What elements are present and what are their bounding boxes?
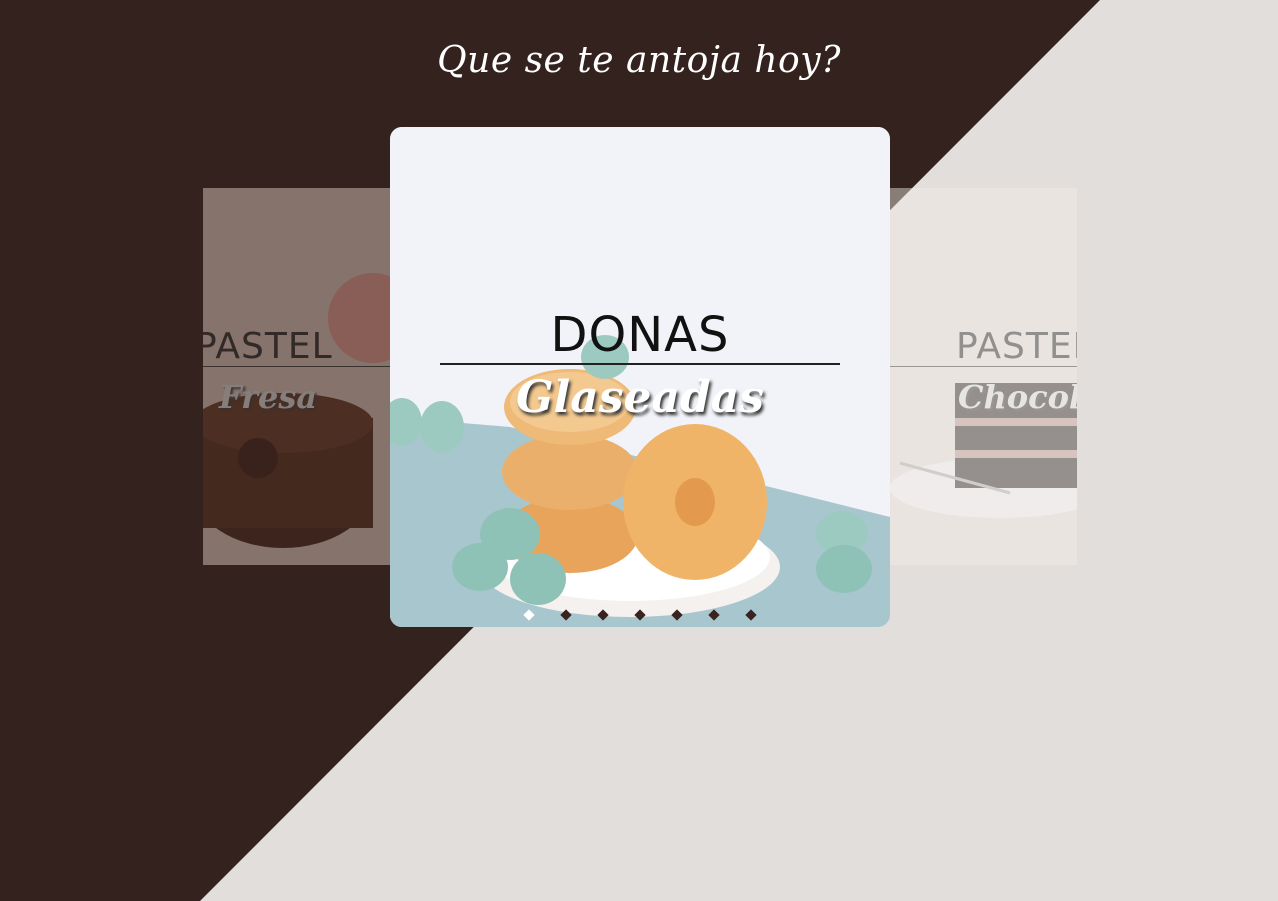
card-title: PASTEL — [203, 326, 333, 367]
card-title: PASTEL — [956, 326, 1077, 367]
pagination-dot[interactable] — [560, 609, 572, 621]
pagination-dot[interactable] — [671, 609, 683, 621]
card-subtitle: Chocolate — [958, 378, 1077, 416]
card-subtitle: Glaseadas — [515, 372, 765, 423]
pagination-dot[interactable] — [708, 609, 720, 621]
carousel-card-left[interactable]: PASTEL Fresa — [203, 188, 390, 565]
card-title: DONAS — [550, 307, 730, 363]
page-heading: Que se te antoja hoy? — [437, 40, 841, 81]
carousel-card-right[interactable]: PASTEL Chocolate — [890, 188, 1077, 565]
card-subtitle: Fresa — [219, 378, 318, 416]
card-divider — [203, 366, 390, 367]
cake-image — [203, 188, 390, 565]
carousel-card-center[interactable]: DONAS Glaseadas — [390, 127, 890, 627]
card-divider — [440, 363, 840, 365]
pagination-dot[interactable] — [523, 609, 535, 621]
pagination-dot[interactable] — [634, 609, 646, 621]
pagination-dot[interactable] — [745, 609, 757, 621]
card-divider — [890, 366, 1077, 367]
carousel-pagination — [390, 609, 890, 623]
pagination-dot[interactable] — [597, 609, 609, 621]
chocolate-cake-image — [890, 188, 1077, 565]
